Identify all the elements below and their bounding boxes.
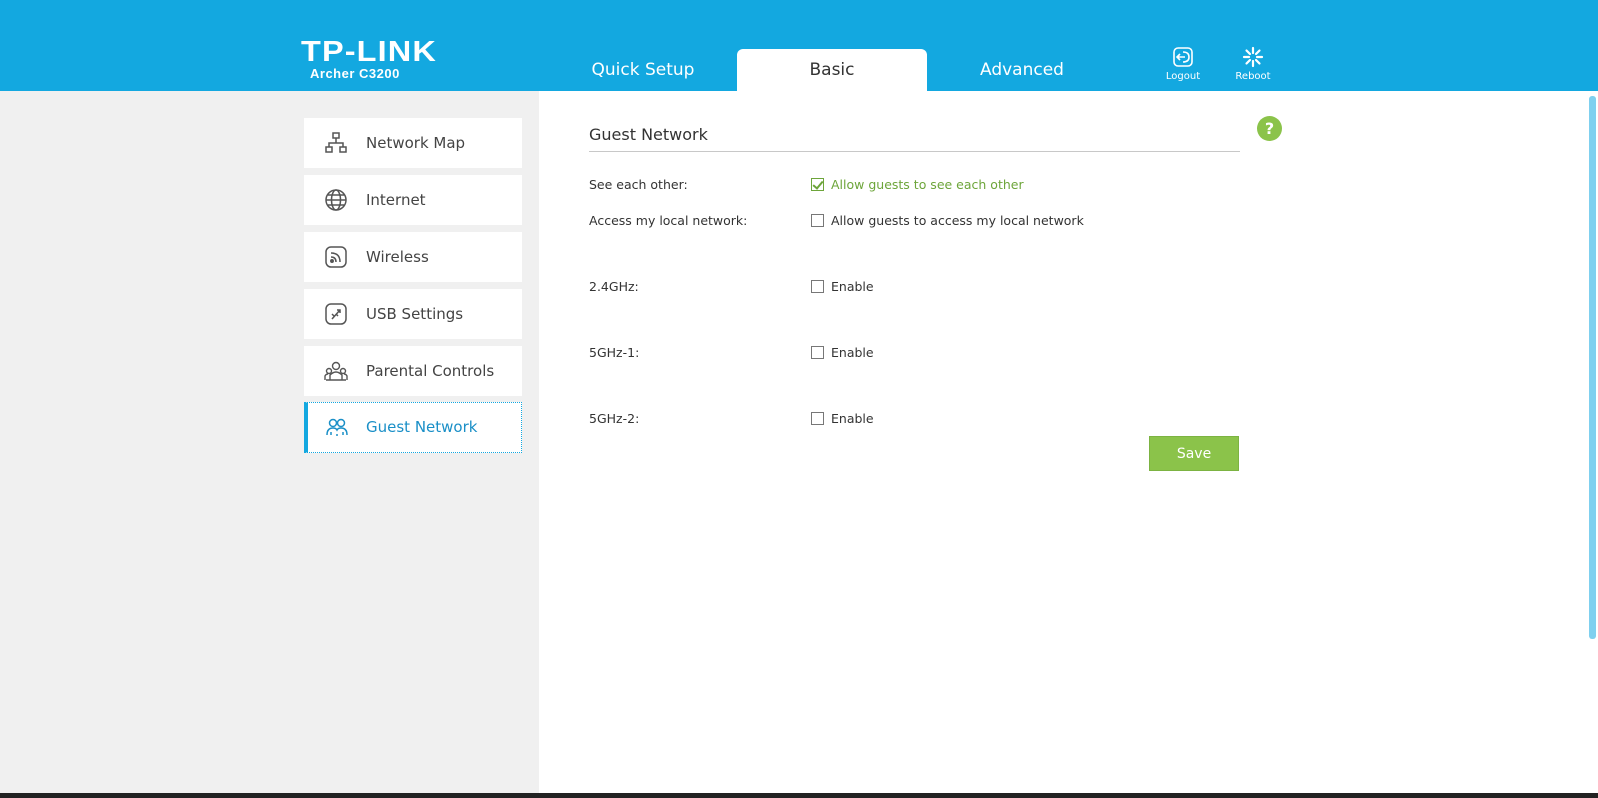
sidebar-item-internet[interactable]: Internet: [304, 175, 522, 225]
sidebar-item-usb-settings[interactable]: USB Settings: [304, 289, 522, 339]
sidebar-item-label: Internet: [366, 191, 426, 209]
reboot-icon: [1242, 46, 1264, 68]
sidebar-item-label: USB Settings: [366, 305, 464, 323]
reboot-button[interactable]: Reboot: [1228, 46, 1278, 82]
main-panel: [539, 91, 1598, 798]
band-5ghz-1-enable-label[interactable]: Enable: [831, 345, 874, 361]
band-5ghz-2-enable-label[interactable]: Enable: [831, 411, 874, 427]
sidebar-item-guest-network[interactable]: Guest Network: [304, 402, 522, 453]
brand-logo: TP-LINK: [301, 36, 437, 68]
band-5ghz-2-label: 5GHz-2:: [589, 411, 640, 426]
see-each-other-option-label[interactable]: Allow guests to see each other: [831, 177, 1024, 193]
tab-basic[interactable]: Basic: [737, 49, 927, 91]
tab-advanced[interactable]: Advanced: [927, 49, 1117, 91]
band-2-4ghz-label: 2.4GHz:: [589, 279, 639, 294]
globe-icon: [325, 189, 347, 211]
access-local-network-checkbox[interactable]: [811, 214, 824, 227]
see-each-other-label: See each other:: [589, 177, 688, 192]
sidebar-item-wireless[interactable]: Wireless: [304, 232, 522, 282]
parental-controls-icon: [324, 361, 348, 381]
bottom-edge: [0, 793, 1598, 798]
sidebar-item-label: Wireless: [366, 248, 429, 266]
logout-button[interactable]: Logout: [1158, 46, 1208, 82]
vertical-scrollbar[interactable]: [1589, 96, 1596, 639]
top-header: TP-LINK Archer C3200 Quick Setup Basic A…: [0, 0, 1598, 91]
sidebar-item-label: Parental Controls: [366, 362, 495, 380]
logout-label: Logout: [1165, 71, 1201, 82]
sidebar-item-parental-controls[interactable]: Parental Controls: [304, 346, 522, 396]
model-name: Archer C3200: [310, 66, 400, 81]
logout-icon: [1173, 47, 1193, 67]
access-local-network-option-label[interactable]: Allow guests to access my local network: [831, 213, 1084, 229]
reboot-label: Reboot: [1235, 71, 1271, 82]
network-map-icon: [325, 132, 347, 153]
band-5ghz-1-checkbox[interactable]: [811, 346, 824, 359]
page-title: Guest Network: [589, 125, 708, 144]
guest-network-icon: [326, 418, 348, 436]
tab-quick-setup[interactable]: Quick Setup: [548, 49, 738, 91]
sidebar-item-label: Network Map: [366, 134, 466, 152]
save-button[interactable]: Save: [1149, 436, 1239, 471]
usb-icon: [325, 303, 347, 325]
sidebar-item-label: Guest Network: [366, 418, 478, 436]
help-icon[interactable]: ?: [1257, 116, 1282, 141]
wireless-icon: [325, 246, 347, 268]
title-divider: [589, 151, 1240, 152]
access-local-network-label: Access my local network:: [589, 213, 748, 228]
band-2-4ghz-enable-label[interactable]: Enable: [831, 279, 874, 295]
sidebar-item-network-map[interactable]: Network Map: [304, 118, 522, 168]
band-5ghz-2-checkbox[interactable]: [811, 412, 824, 425]
band-5ghz-1-label: 5GHz-1:: [589, 345, 640, 360]
see-each-other-checkbox[interactable]: [811, 178, 824, 191]
band-2-4ghz-checkbox[interactable]: [811, 280, 824, 293]
